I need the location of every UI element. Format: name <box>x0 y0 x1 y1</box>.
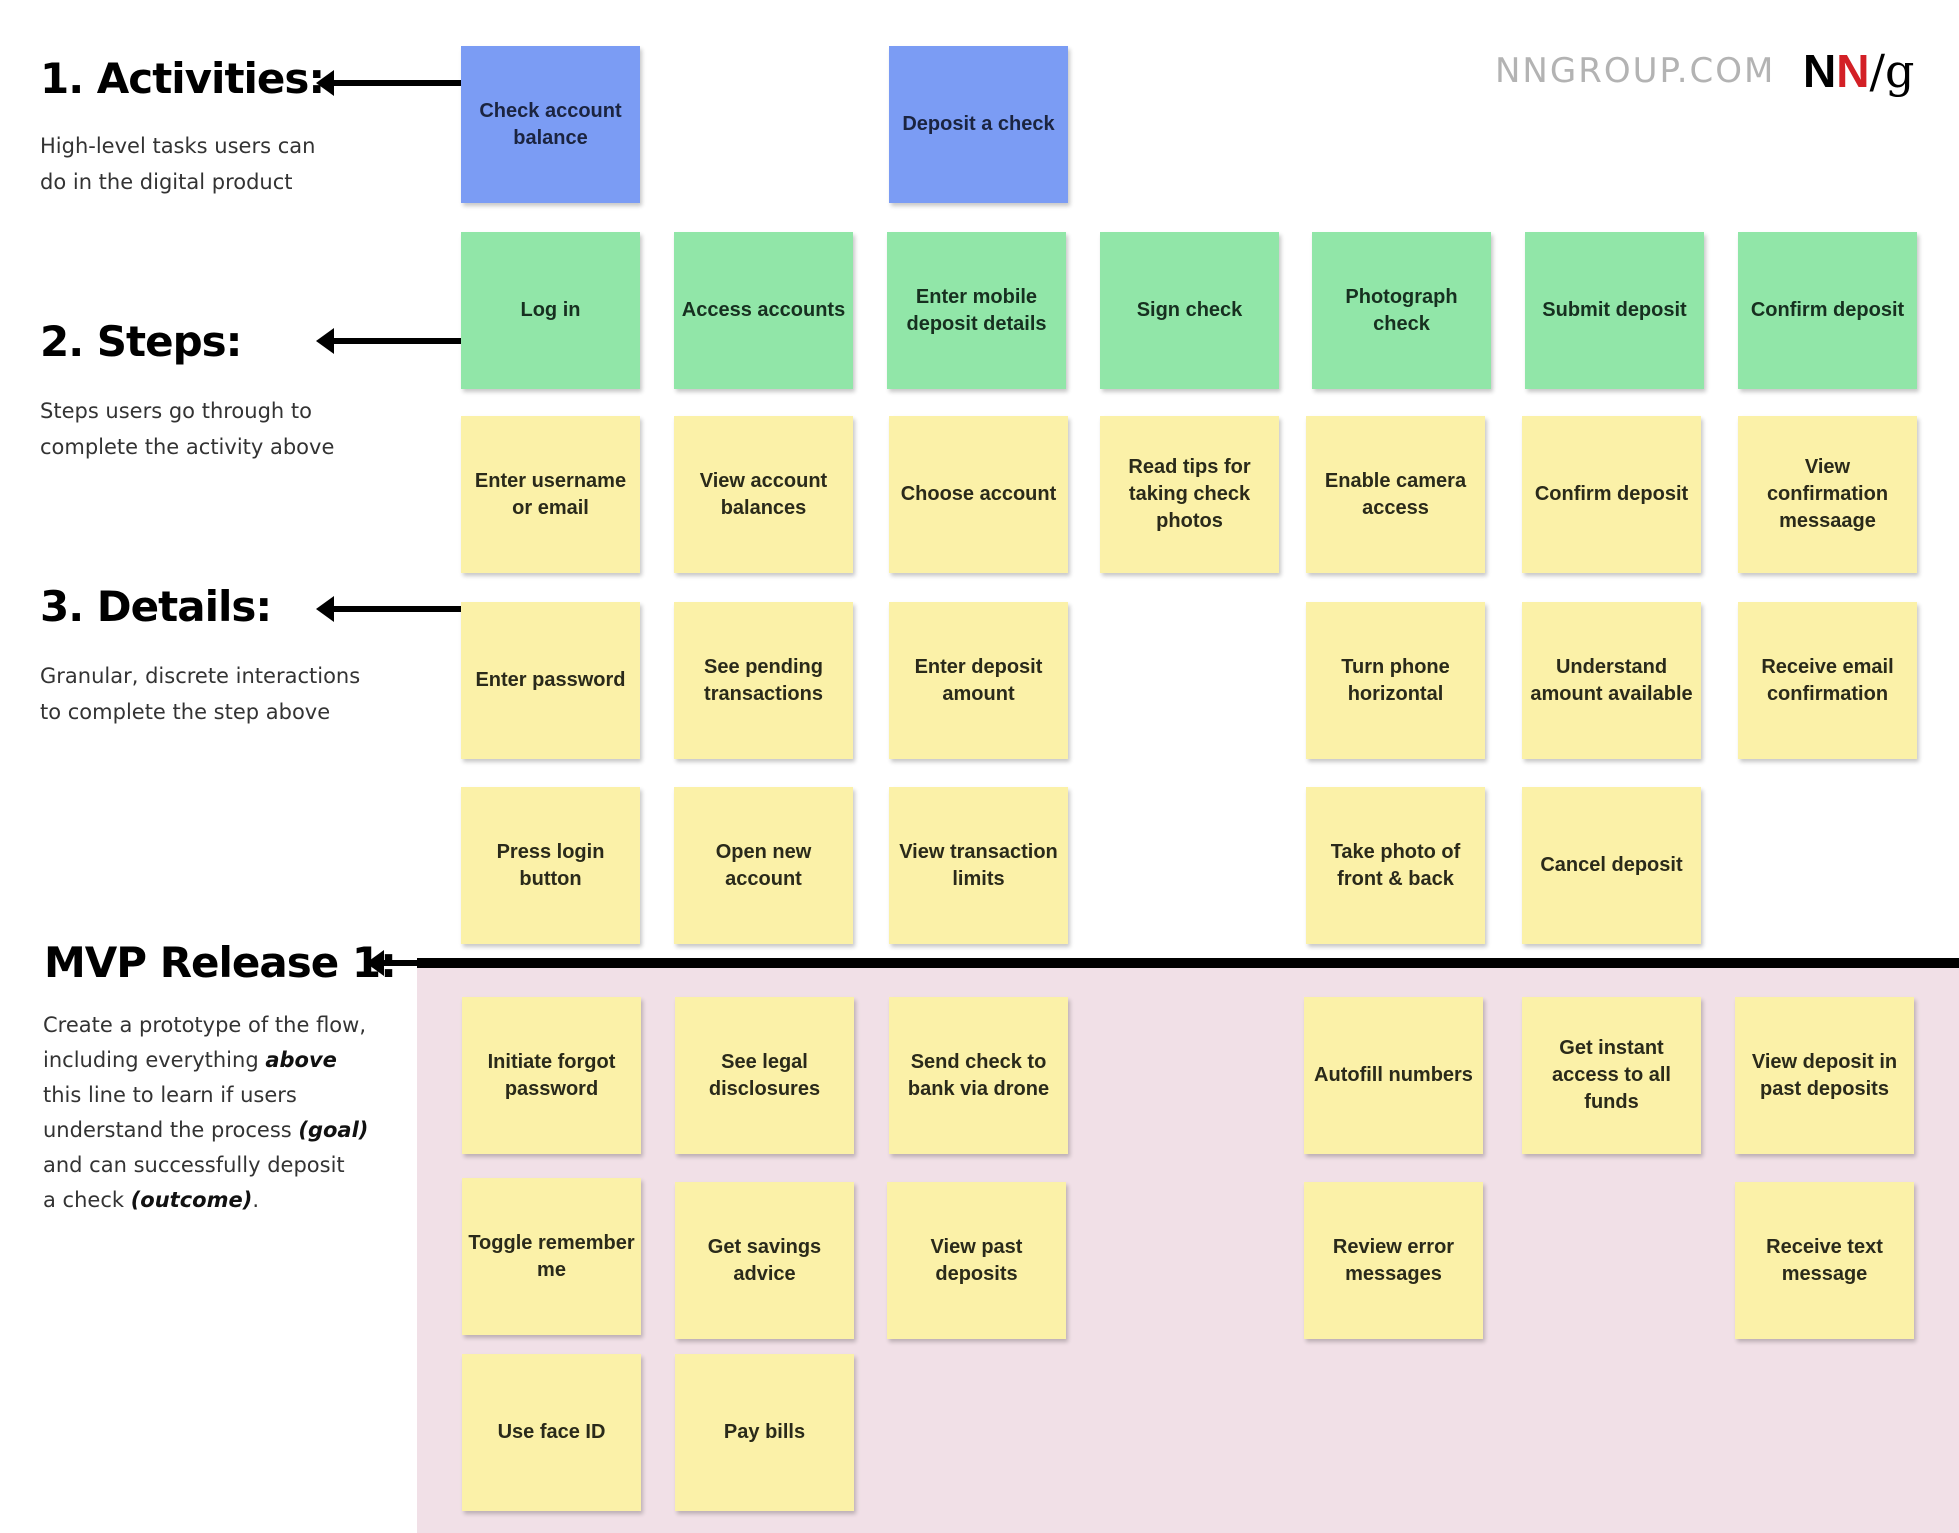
detail-card[interactable]: Enter deposit amount <box>889 602 1068 759</box>
emphasis-outcome: (outcome) <box>130 1188 253 1212</box>
activity-card-check-account-balance[interactable]: Check account balance <box>461 46 640 203</box>
mvp-detail-card[interactable]: Review error messages <box>1304 1182 1483 1339</box>
mvp-detail-card[interactable]: See legal disclosures <box>675 997 854 1154</box>
mvp-release-line <box>417 958 1959 968</box>
mvp-detail-card[interactable]: Pay bills <box>675 1354 854 1511</box>
mvp-heading: MVP Release 1: <box>44 938 397 987</box>
detail-card[interactable]: Choose account <box>889 416 1068 573</box>
detail-card[interactable]: Enter username or email <box>461 416 640 573</box>
mvp-detail-card[interactable]: Get instant access to all funds <box>1522 997 1701 1154</box>
mvp-description: Create a prototype of the flow, includin… <box>43 1013 369 1212</box>
mvp-detail-card[interactable]: Autofill numbers <box>1304 997 1483 1154</box>
steps-description: Steps users go through to complete the a… <box>40 399 335 459</box>
emphasis-goal: (goal) <box>298 1118 369 1142</box>
site-name: NNGROUP.COM <box>1495 51 1776 91</box>
detail-card[interactable]: Read tips for taking check photos <box>1100 416 1279 573</box>
details-arrow-icon <box>316 596 461 622</box>
step-card[interactable]: Sign check <box>1100 232 1279 389</box>
mvp-detail-card[interactable]: Use face ID <box>462 1354 641 1511</box>
activity-card-deposit-a-check[interactable]: Deposit a check <box>889 46 1068 203</box>
logo-slash-g: /g <box>1869 44 1915 98</box>
detail-card[interactable]: Confirm deposit <box>1522 416 1701 573</box>
detail-card[interactable]: Cancel deposit <box>1522 787 1701 944</box>
detail-card[interactable]: Take photo of front & back <box>1306 787 1485 944</box>
steps-heading: 2. Steps: <box>40 317 242 366</box>
detail-card[interactable]: View confirmation messaage <box>1738 416 1917 573</box>
details-heading: 3. Details: <box>40 582 272 631</box>
step-card[interactable]: Log in <box>461 232 640 389</box>
nng-logo: NN/g <box>1803 48 1914 94</box>
step-card[interactable]: Photograph check <box>1312 232 1491 389</box>
activities-heading: 1. Activities: <box>40 54 325 103</box>
logo-letter-n-black: N <box>1803 45 1837 97</box>
mvp-detail-card[interactable]: Receive text message <box>1735 1182 1914 1339</box>
step-card[interactable]: Access accounts <box>674 232 853 389</box>
detail-card[interactable]: Press login button <box>461 787 640 944</box>
mvp-detail-card[interactable]: View past deposits <box>887 1182 1066 1339</box>
detail-card[interactable]: Understand amount available <box>1522 602 1701 759</box>
detail-card[interactable]: Enter password <box>461 602 640 759</box>
step-card[interactable]: Submit deposit <box>1525 232 1704 389</box>
step-card[interactable]: Confirm deposit <box>1738 232 1917 389</box>
detail-card[interactable]: Receive email confirmation <box>1738 602 1917 759</box>
detail-card[interactable]: View transaction limits <box>889 787 1068 944</box>
mvp-detail-card[interactable]: Toggle remember me <box>462 1178 641 1335</box>
details-description: Granular, discrete interactions to compl… <box>40 664 361 724</box>
mvp-detail-card[interactable]: Send check to bank via drone <box>889 997 1068 1154</box>
mvp-detail-card[interactable]: Get savings advice <box>675 1182 854 1339</box>
logo-letter-n-red: N <box>1836 45 1870 97</box>
detail-card[interactable]: See pending transactions <box>674 602 853 759</box>
detail-card[interactable]: Turn phone horizontal <box>1306 602 1485 759</box>
emphasis-above: above <box>265 1048 337 1072</box>
detail-card[interactable]: View account balances <box>674 416 853 573</box>
mvp-release-zone <box>417 963 1959 1533</box>
mvp-detail-card[interactable]: View deposit in past deposits <box>1735 997 1914 1154</box>
detail-card[interactable]: Enable camera access <box>1306 416 1485 573</box>
activities-description: High-level tasks users can do in the dig… <box>40 134 316 194</box>
activities-arrow-icon <box>316 70 461 96</box>
mvp-detail-card[interactable]: Initiate forgot password <box>462 997 641 1154</box>
step-card[interactable]: Enter mobile deposit details <box>887 232 1066 389</box>
mvp-arrow-icon <box>366 950 420 976</box>
steps-arrow-icon <box>316 328 461 354</box>
detail-card[interactable]: Open new account <box>674 787 853 944</box>
